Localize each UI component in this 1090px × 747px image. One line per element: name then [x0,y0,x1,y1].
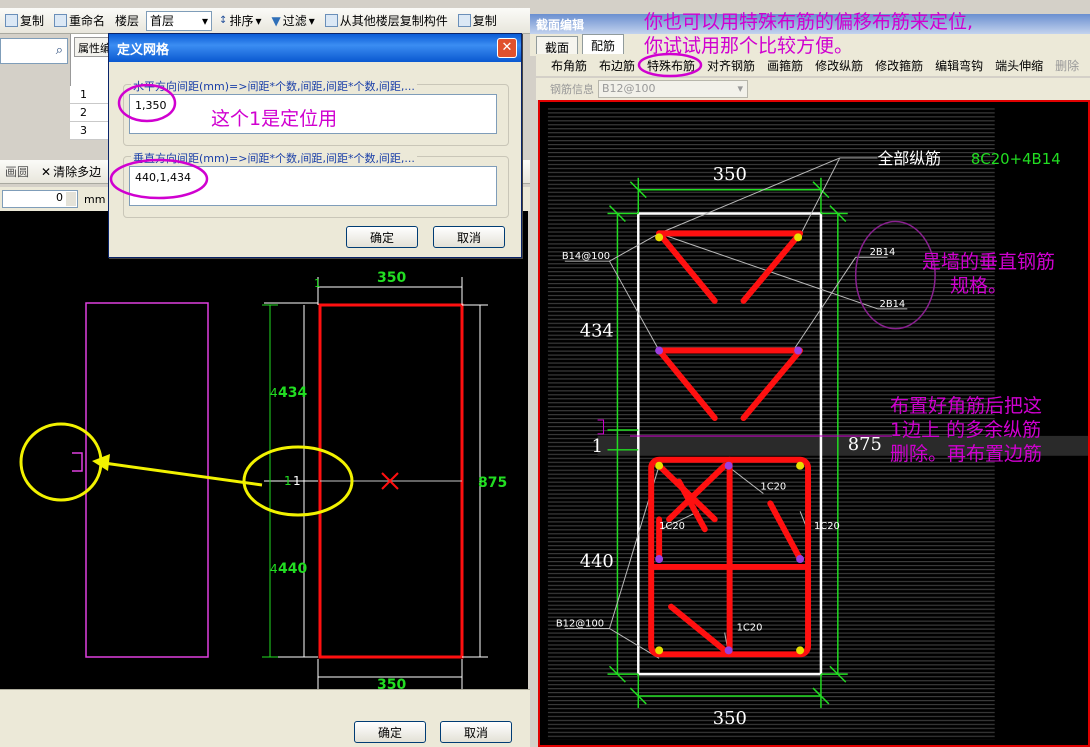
sort-button[interactable]: ↕ 排序 ▾ [216,11,264,31]
left-drawing-canvas[interactable]: 350 1 350 875 4 434 4 440 1 1 [0,211,528,689]
chevron-down-icon: ▾ [308,13,315,28]
section-dim-top: 350 [713,164,747,185]
dim-mid-2: 1 [293,474,301,488]
tab-rebar[interactable]: 配筋 [582,34,625,56]
label-1c20-b: 1C20 [659,521,685,532]
copy-floor-icon [324,14,338,27]
annotation-line: 布置好角筋后把这 [890,395,1043,417]
dim-top-small: 1 [314,277,321,290]
edit-hook-button[interactable]: 编辑弯钩 [930,57,988,74]
annotation-line: 1边上 的多余纵筋 [890,419,1042,441]
filter-button[interactable]: ▼ 过滤 ▾ [268,11,317,31]
annotation-top-note: 你也可以用特殊布筋的偏移布筋来定位, 你试试用那个比较方便。 [644,10,973,58]
dialog-annotations [109,83,209,200]
all-rebar-label: 全部纵筋 [878,149,942,168]
rebar-info-select[interactable]: B12@100 ▾ [598,80,748,98]
filter-icon: ▼ [271,13,281,28]
annotation-line: 你也可以用特殊布筋的偏移布筋来定位, [644,11,974,33]
annotation-line: 你试试用那个比较方便。 [644,35,854,57]
offset-stepper[interactable]: 0 [2,190,78,208]
copy-button[interactable]: 复制 [2,11,47,31]
rename-button[interactable]: 重命名 [51,11,108,31]
sort-icon: ↕ [219,15,228,26]
rebar-info-bar: 钢筋信息 B12@100 ▾ [536,78,1090,100]
modify-longitudinal-button[interactable]: 修改纵筋 [810,57,868,74]
search-input[interactable]: ⌕ [0,38,68,64]
annotation-wall-note: 是墙的垂直钢筋 规格。 [922,250,1055,298]
left-toolbar: 复制 重命名 楼层 首层 ▾ ↕ 排序 ▾ ▼ 过滤 ▾ 从其他楼层复制构件 复制 [0,8,530,34]
dim-lower-left: 4 [270,562,278,576]
highlight-circle-vertical [109,158,209,200]
clear-polygon-button[interactable]: ✕ 清除多边 [38,162,104,182]
floor-select[interactable]: 首层 ▾ [146,10,213,31]
dim-bottom: 350 [377,677,406,689]
label-b12-100: B12@100 [556,619,604,630]
corner-rebar-button[interactable]: 布角筋 [546,57,592,74]
highlight-arrow [103,461,263,487]
left-bottom-bar: 确定 取消 [0,689,530,747]
close-icon: ✕ [41,164,52,179]
wall-notch [72,452,83,472]
annotation-line: 是墙的垂直钢筋 [922,251,1056,273]
label-1c20-d: 1C20 [737,622,763,633]
end-stretch-button[interactable]: 端头伸缩 [990,57,1048,74]
rename-icon [54,14,68,27]
chevron-down-icon: ▾ [737,82,743,95]
section-dim-mid: 1 [592,436,603,457]
label-b14-100: B14@100 [562,251,610,262]
label-2b14-b: 2B14 [880,299,906,310]
rebar-info-label: 钢筋信息 [550,83,594,96]
floor-label: 楼层 [115,14,140,28]
copy-to-button[interactable]: 复制 [455,11,500,31]
label-1c20-c: 1C20 [814,521,840,532]
section-dim-upper: 434 [580,321,614,342]
annotation-positioning: 这个1是定位用 [211,108,338,130]
draw-stirrup-button[interactable]: 画箍筋 [762,57,808,74]
dim-top: 350 [377,270,406,286]
dim-upper: 434 [278,385,307,401]
table-row[interactable]: 1 [70,86,110,104]
copy-icon [5,14,18,27]
dim-mid: 1 [284,474,292,488]
dim-lower: 440 [278,561,307,577]
section-dim-lower: 440 [580,551,614,572]
modify-stirrup-button[interactable]: 修改箍筋 [870,57,928,74]
copy-to-icon [457,14,471,27]
delete-button[interactable]: 删除 [1050,57,1084,74]
search-icon: ⌕ [55,43,63,58]
edge-rebar-button[interactable]: 布边筋 [594,57,640,74]
label-2b14-a: 2B14 [870,247,896,258]
label-1c20-a: 1C20 [760,482,786,493]
arc-button[interactable]: 画圆 [2,162,32,182]
annotation-delete-note: 布置好角筋后把这 1边上 的多余纵筋 删除。再布置边筋 [890,394,1042,466]
dim-right: 875 [478,475,507,491]
chevron-down-icon: ▾ [255,13,262,28]
annotation-line: 规格。 [950,275,1008,297]
table-row[interactable]: 3 [70,122,110,140]
copy-from-floor-button[interactable]: 从其他楼层复制构件 [322,11,451,31]
section-dim-bottom: 350 [713,708,747,729]
annotation-line: 删除。再布置边筋 [890,443,1043,465]
define-grid-dialog: 定义网格 ✕ 水平方向间距(mm)=>间距*个数,间距,间距*个数,间距,...… [108,33,522,258]
highlight-circle-horizontal [117,83,177,123]
ok-button[interactable]: 确定 [354,721,426,743]
all-rebar-value: 8C20+4B14 [971,150,1061,168]
dim-upper-left: 4 [270,386,278,400]
annotation-pointer [630,435,892,437]
chevron-down-icon: ▾ [202,13,209,28]
tab-section[interactable]: 截面 [536,36,579,56]
wall-outline [85,302,209,658]
table-row[interactable]: 2 [70,104,110,122]
align-rebar-button[interactable]: 对齐钢筋 [702,57,760,74]
screen: 复制 重命名 楼层 首层 ▾ ↕ 排序 ▾ ▼ 过滤 ▾ 从其他楼层复制构件 复制 ⌕ 属… [0,0,1090,747]
unit-label: mm [84,192,106,206]
cancel-button[interactable]: 取消 [440,721,512,743]
highlight-circle-wall [19,422,103,502]
